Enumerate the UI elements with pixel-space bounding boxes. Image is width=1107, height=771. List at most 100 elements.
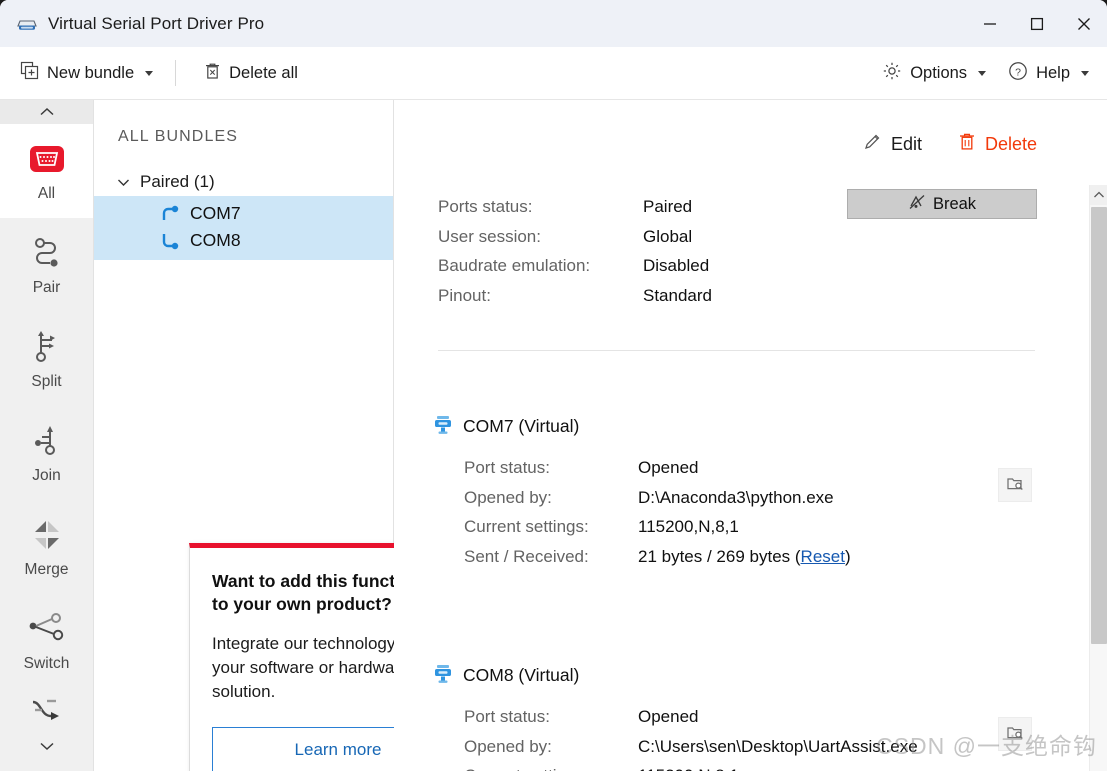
title-bar: Virtual Serial Port Driver Pro xyxy=(0,0,1107,47)
port-row: Sent / Received: 21 bytes / 269 bytes (R… xyxy=(464,542,851,572)
port-row: Current settings: 115200,N,8,1 xyxy=(464,512,851,542)
copy-to-clipboard-icon xyxy=(1006,474,1024,497)
window-controls xyxy=(966,0,1107,47)
rail-scroll-up-button[interactable] xyxy=(0,100,93,124)
summary-value: Standard xyxy=(643,285,712,305)
virtual-port-icon xyxy=(432,662,454,689)
sidebar-item-merge[interactable]: Merge xyxy=(0,500,93,594)
sidebar-item-switch[interactable]: Switch xyxy=(0,594,93,688)
delete-all-button[interactable]: Delete all xyxy=(196,57,306,90)
copy-com7-info-button[interactable] xyxy=(998,468,1032,502)
port-title-row: COM7 (Virtual) xyxy=(432,413,851,440)
port-title: COM8 (Virtual) xyxy=(463,665,580,685)
edit-label: Edit xyxy=(890,133,922,154)
summary-row: Ports status: Paired xyxy=(438,192,712,222)
port-row-value: Opened xyxy=(638,458,699,477)
application-window: Virtual Serial Port Driver Pro New bundl… xyxy=(0,0,1107,771)
port-rows: Port status: Opened Opened by: C:\Users\… xyxy=(464,702,918,771)
maximize-button[interactable] xyxy=(1013,0,1060,47)
port-row-key: Port status: xyxy=(464,458,550,477)
summary-row: Baudrate emulation: Disabled xyxy=(438,251,712,281)
trash-icon xyxy=(958,132,976,156)
port-row-key: Current settings: xyxy=(464,517,589,536)
sidebar-item-all-label: All xyxy=(37,185,56,202)
port-row-key: Opened by: xyxy=(464,487,552,507)
split-icon xyxy=(27,327,67,367)
rail-scroll-down-button[interactable] xyxy=(0,734,93,758)
edit-button[interactable]: Edit xyxy=(863,132,922,156)
bundle-tree: Paired (1) COM7 COM8 xyxy=(94,168,393,260)
port-row: Port status: Opened xyxy=(464,453,851,483)
minimize-button[interactable] xyxy=(966,0,1013,47)
detail-actions: Edit Delete xyxy=(863,132,1037,156)
port-row-key: Current settings: xyxy=(464,761,638,771)
new-bundle-label: New bundle xyxy=(47,63,135,82)
chevron-down-icon xyxy=(1081,70,1089,76)
port-row: Port status: Opened xyxy=(464,702,918,732)
sidebar-item-all[interactable]: All xyxy=(0,124,93,218)
sidebar-item-split[interactable]: Split xyxy=(0,312,93,406)
copy-com8-info-button[interactable] xyxy=(998,717,1032,751)
new-bundle-button[interactable]: New bundle xyxy=(12,56,161,90)
bundle-detail-pane: Edit Delete Break Ports status: Paired U… xyxy=(394,100,1107,771)
summary-row: User session: Global xyxy=(438,222,712,252)
copy-to-clipboard-icon xyxy=(1006,723,1024,746)
sidebar-item-split-label: Split xyxy=(31,373,62,390)
sidebar-item-merge-label: Merge xyxy=(24,561,69,578)
gear-icon xyxy=(882,61,902,86)
summary-key: Baudrate emulation: xyxy=(438,256,591,275)
options-button[interactable]: Options xyxy=(874,56,994,91)
pair-icon xyxy=(27,233,67,273)
mode-rail: All Pair Split Join Merge Switch xyxy=(0,100,94,771)
join-icon xyxy=(27,421,67,461)
bundle-list-panel: ALL BUNDLES Paired (1) COM7 COM8 Want to… xyxy=(94,100,487,771)
port-rows: Port status: Opened Opened by: D:\Anacon… xyxy=(464,453,851,571)
list-item-label: COM8 xyxy=(190,230,241,250)
svg-text:?: ? xyxy=(1015,66,1021,78)
tree-children-selected[interactable]: COM7 COM8 xyxy=(94,196,393,260)
summary-value: Global xyxy=(643,226,693,246)
summary-key: User session: xyxy=(438,226,541,246)
port-row-value: D:\Anaconda3\python.exe xyxy=(638,487,834,507)
tree-group-paired[interactable]: Paired (1) xyxy=(94,168,393,196)
sidebar-item-redirect[interactable] xyxy=(0,688,93,732)
scroll-up-button[interactable] xyxy=(1090,185,1107,205)
options-label: Options xyxy=(910,63,968,82)
toolbar-right-group: Options ? Help xyxy=(868,56,1107,91)
list-item[interactable]: COM8 xyxy=(94,227,393,254)
new-bundle-icon xyxy=(20,61,39,85)
summary-key: Ports status: xyxy=(438,197,533,216)
sidebar-item-pair[interactable]: Pair xyxy=(0,218,93,312)
port-row-suffix: ) xyxy=(844,546,851,566)
list-item[interactable]: COM7 xyxy=(94,200,393,227)
summary-key: Pinout: xyxy=(438,285,491,305)
break-label: Break xyxy=(932,194,977,213)
port-row-key: Port status: xyxy=(464,707,550,726)
tree-group-label: Paired (1) xyxy=(140,172,215,191)
serial-port-icon xyxy=(14,13,40,35)
sidebar-item-pair-label: Pair xyxy=(32,279,61,296)
detail-scrollbar[interactable] xyxy=(1089,185,1107,771)
delete-all-label: Delete all xyxy=(229,63,298,82)
port-block-com8: COM8 (Virtual) Port status: Opened Opene… xyxy=(432,662,918,771)
list-item-label: COM7 xyxy=(190,203,241,223)
port-row: Opened by: D:\Anaconda3\python.exe xyxy=(464,483,851,513)
summary-value: Paired xyxy=(643,197,693,216)
scrollbar-thumb[interactable] xyxy=(1091,207,1107,644)
port-row: Opened by: C:\Users\sen\Desktop\UartAssi… xyxy=(464,732,918,762)
virtual-port-icon xyxy=(432,413,454,440)
break-link-icon xyxy=(908,194,926,215)
delete-button[interactable]: Delete xyxy=(958,132,1037,156)
reset-counters-link[interactable]: Reset xyxy=(801,547,845,566)
chevron-down-icon[interactable] xyxy=(116,175,130,189)
window-title: Virtual Serial Port Driver Pro xyxy=(48,13,265,33)
main-toolbar: New bundle Delete all Options ? Help xyxy=(0,47,1107,100)
help-label: Help xyxy=(1036,63,1070,82)
help-button[interactable]: ? Help xyxy=(1000,56,1097,91)
db9-connector-icon xyxy=(27,139,67,179)
close-button[interactable] xyxy=(1060,0,1107,47)
chevron-down-icon xyxy=(978,70,987,76)
sidebar-item-join[interactable]: Join xyxy=(0,406,93,500)
break-button[interactable]: Break xyxy=(847,189,1037,219)
port-title-row: COM8 (Virtual) xyxy=(432,662,918,689)
